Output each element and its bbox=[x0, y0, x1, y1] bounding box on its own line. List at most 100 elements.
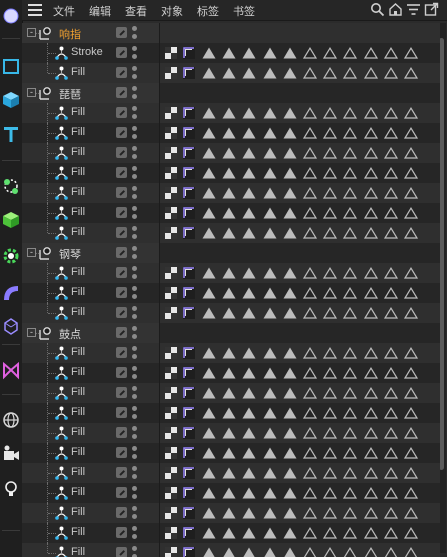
editor-visibility-dot-icon[interactable] bbox=[132, 426, 137, 431]
editor-visibility-dot-icon[interactable] bbox=[132, 206, 137, 211]
style-tag-icon[interactable] bbox=[183, 267, 195, 279]
outline-triangle-tag-icon[interactable] bbox=[404, 427, 418, 439]
outline-triangle-tag-icon[interactable] bbox=[303, 287, 317, 299]
filled-triangle-tag-icon[interactable] bbox=[263, 207, 277, 219]
outline-triangle-tag-icon[interactable] bbox=[343, 227, 358, 239]
tool-gear-generator[interactable] bbox=[0, 240, 22, 274]
outline-triangle-tag-icon[interactable] bbox=[363, 167, 378, 179]
style-tag-icon[interactable] bbox=[183, 427, 195, 439]
tree-object-row[interactable]: Fill bbox=[22, 483, 440, 503]
display-tag-icon[interactable] bbox=[165, 187, 177, 199]
filled-triangle-tag-icon[interactable] bbox=[263, 407, 277, 419]
display-tag-icon[interactable] bbox=[165, 267, 177, 279]
editable-toggle-icon[interactable] bbox=[116, 367, 127, 378]
editable-toggle-icon[interactable] bbox=[116, 307, 127, 318]
outline-triangle-tag-icon[interactable] bbox=[383, 487, 398, 499]
filter-icon[interactable] bbox=[406, 2, 421, 17]
outline-triangle-tag-icon[interactable] bbox=[303, 347, 317, 359]
editor-visibility-dot-icon[interactable] bbox=[132, 306, 137, 311]
tree-object-row[interactable]: Fill bbox=[22, 263, 440, 283]
object-name-cell[interactable]: Fill bbox=[22, 443, 159, 463]
outline-triangle-tag-icon[interactable] bbox=[383, 187, 398, 199]
filled-triangle-tag-icon[interactable] bbox=[222, 107, 236, 119]
outline-triangle-tag-icon[interactable] bbox=[343, 367, 358, 379]
filled-triangle-tag-icon[interactable] bbox=[242, 147, 256, 159]
visibility-toggle[interactable] bbox=[132, 105, 138, 121]
editable-toggle-icon[interactable] bbox=[116, 347, 127, 358]
outline-triangle-tag-icon[interactable] bbox=[303, 127, 317, 139]
object-name-cell[interactable]: - 钢琴 bbox=[22, 243, 159, 263]
outline-triangle-tag-icon[interactable] bbox=[363, 67, 378, 79]
render-visibility-dot-icon[interactable] bbox=[132, 74, 137, 79]
outline-triangle-tag-icon[interactable] bbox=[404, 347, 418, 359]
visibility-toggle[interactable] bbox=[132, 365, 138, 381]
outline-triangle-tag-icon[interactable] bbox=[303, 487, 317, 499]
tree-group-row[interactable]: - 琵琶 bbox=[22, 83, 440, 103]
style-tag-icon[interactable] bbox=[183, 307, 195, 319]
editor-visibility-dot-icon[interactable] bbox=[132, 446, 137, 451]
outline-triangle-tag-icon[interactable] bbox=[383, 107, 398, 119]
outline-triangle-tag-icon[interactable] bbox=[323, 547, 337, 557]
outline-triangle-tag-icon[interactable] bbox=[363, 107, 378, 119]
filled-triangle-tag-icon[interactable] bbox=[202, 347, 216, 359]
outline-triangle-tag-icon[interactable] bbox=[363, 347, 378, 359]
filled-triangle-tag-icon[interactable] bbox=[242, 107, 256, 119]
visibility-toggle[interactable] bbox=[132, 45, 138, 61]
filled-triangle-tag-icon[interactable] bbox=[283, 187, 297, 199]
style-tag-icon[interactable] bbox=[183, 387, 195, 399]
filled-triangle-tag-icon[interactable] bbox=[283, 407, 297, 419]
editable-toggle-icon[interactable] bbox=[116, 267, 127, 278]
outline-triangle-tag-icon[interactable] bbox=[323, 407, 338, 419]
render-visibility-dot-icon[interactable] bbox=[132, 414, 137, 419]
style-tag-icon[interactable] bbox=[183, 527, 195, 539]
outline-triangle-tag-icon[interactable] bbox=[303, 207, 317, 219]
render-visibility-dot-icon[interactable] bbox=[132, 94, 137, 99]
editable-toggle-icon[interactable] bbox=[116, 167, 127, 178]
visibility-toggle[interactable] bbox=[132, 125, 138, 141]
visibility-toggle[interactable] bbox=[132, 245, 138, 261]
render-visibility-dot-icon[interactable] bbox=[132, 394, 137, 399]
filled-triangle-tag-icon[interactable] bbox=[222, 507, 236, 519]
tree-object-row[interactable]: Fill bbox=[22, 63, 440, 83]
filled-triangle-tag-icon[interactable] bbox=[242, 387, 256, 399]
object-name-cell[interactable]: - 鼓点 bbox=[22, 323, 159, 343]
outline-triangle-tag-icon[interactable] bbox=[404, 387, 418, 399]
outline-triangle-tag-icon[interactable] bbox=[343, 467, 358, 479]
object-name-cell[interactable]: Fill bbox=[22, 223, 159, 243]
outline-triangle-tag-icon[interactable] bbox=[303, 107, 317, 119]
editor-visibility-dot-icon[interactable] bbox=[132, 466, 137, 471]
filled-triangle-tag-icon[interactable] bbox=[242, 187, 256, 199]
visibility-toggle[interactable] bbox=[132, 165, 138, 181]
filled-triangle-tag-icon[interactable] bbox=[263, 527, 277, 539]
render-visibility-dot-icon[interactable] bbox=[132, 494, 137, 499]
outline-triangle-tag-icon[interactable] bbox=[404, 167, 418, 179]
tool-cube-outline[interactable] bbox=[0, 50, 22, 84]
outline-triangle-tag-icon[interactable] bbox=[303, 407, 317, 419]
filled-triangle-tag-icon[interactable] bbox=[202, 547, 216, 557]
outline-triangle-tag-icon[interactable] bbox=[303, 467, 317, 479]
style-tag-icon[interactable] bbox=[183, 47, 195, 59]
outline-triangle-tag-icon[interactable] bbox=[364, 547, 378, 557]
filled-triangle-tag-icon[interactable] bbox=[263, 447, 277, 459]
object-name-cell[interactable]: Fill bbox=[22, 203, 159, 223]
tree-object-row[interactable]: Fill bbox=[22, 503, 440, 523]
filled-triangle-tag-icon[interactable] bbox=[202, 67, 216, 79]
filled-triangle-tag-icon[interactable] bbox=[242, 127, 256, 139]
filled-triangle-tag-icon[interactable] bbox=[202, 127, 216, 139]
render-visibility-dot-icon[interactable] bbox=[132, 114, 137, 119]
filled-triangle-tag-icon[interactable] bbox=[263, 347, 277, 359]
display-tag-icon[interactable] bbox=[165, 287, 177, 299]
filled-triangle-tag-icon[interactable] bbox=[242, 447, 256, 459]
filled-triangle-tag-icon[interactable] bbox=[222, 47, 236, 59]
style-tag-icon[interactable] bbox=[183, 187, 195, 199]
outline-triangle-tag-icon[interactable] bbox=[404, 507, 418, 519]
outline-triangle-tag-icon[interactable] bbox=[323, 207, 338, 219]
filled-triangle-tag-icon[interactable] bbox=[202, 187, 216, 199]
outline-triangle-tag-icon[interactable] bbox=[383, 387, 398, 399]
visibility-toggle[interactable] bbox=[132, 185, 138, 201]
visibility-toggle[interactable] bbox=[132, 305, 138, 321]
outline-triangle-tag-icon[interactable] bbox=[404, 227, 418, 239]
filled-triangle-tag-icon[interactable] bbox=[283, 167, 297, 179]
style-tag-icon[interactable] bbox=[183, 287, 195, 299]
object-name-cell[interactable]: Fill bbox=[22, 423, 159, 443]
